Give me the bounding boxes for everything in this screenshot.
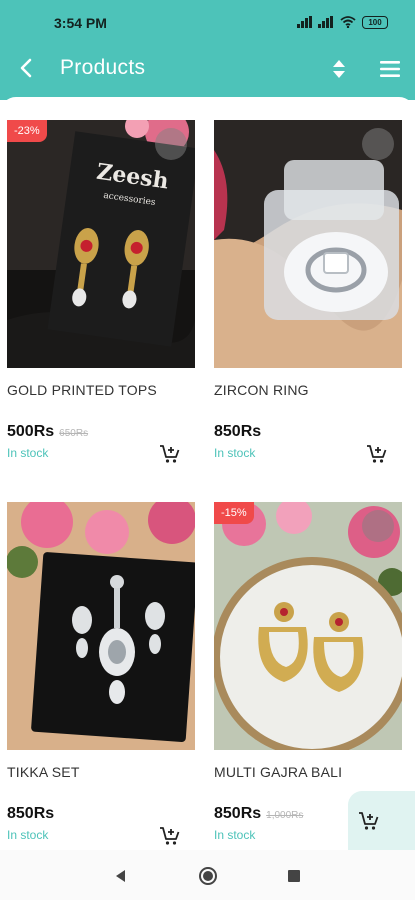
back-arrow-icon[interactable] xyxy=(12,53,42,83)
old-price: 1,000Rs xyxy=(266,810,304,821)
current-price: 850Rs xyxy=(214,805,262,822)
favorite-button[interactable] xyxy=(362,128,394,160)
stock-status: In stock xyxy=(214,446,256,460)
product-grid: Zeesh accessories -23% GOLD PRINTED TOPS… xyxy=(0,97,415,850)
product-price: 850Rs xyxy=(214,423,261,441)
product-name[interactable]: GOLD PRINTED TOPS xyxy=(7,382,157,398)
product-price: 850Rs 1,000Rs xyxy=(214,805,303,823)
product-card[interactable]: ZIRCON RING 850Rs In stock xyxy=(214,120,404,480)
current-price: 850Rs xyxy=(7,805,55,822)
product-name[interactable]: ZIRCON RING xyxy=(214,382,309,398)
current-price: 850Rs xyxy=(214,423,262,440)
add-to-cart-icon[interactable] xyxy=(366,444,388,464)
add-to-cart-icon[interactable] xyxy=(159,444,181,464)
top-bar: 3:54 PM 100 Products xyxy=(0,0,415,100)
discount-badge: -23% xyxy=(7,120,47,142)
add-to-cart-icon xyxy=(359,812,379,830)
app-bar: Products xyxy=(0,46,415,92)
product-image[interactable]: -15% xyxy=(214,502,402,750)
current-price: 500Rs xyxy=(7,423,55,440)
product-name[interactable]: MULTI GAJRA BALI xyxy=(214,764,342,780)
stock-status: In stock xyxy=(7,446,49,460)
product-image[interactable] xyxy=(214,120,402,368)
signal-icon xyxy=(297,16,312,28)
nav-recents-icon[interactable] xyxy=(287,869,301,883)
product-image[interactable] xyxy=(7,502,195,750)
page-title: Products xyxy=(60,56,146,79)
status-time: 3:54 PM xyxy=(54,15,107,31)
product-card[interactable]: Zeesh accessories -23% GOLD PRINTED TOPS… xyxy=(7,120,197,480)
product-name[interactable]: TIKKA SET xyxy=(7,764,80,780)
stock-status: In stock xyxy=(7,828,49,842)
stock-status: In stock xyxy=(214,828,256,842)
signal-icon-2 xyxy=(318,16,333,28)
product-price: 500Rs 650Rs xyxy=(7,423,88,441)
favorite-button[interactable] xyxy=(362,510,394,542)
discount-badge: -15% xyxy=(214,502,254,524)
menu-icon[interactable] xyxy=(374,56,406,82)
product-price: 850Rs xyxy=(7,805,54,823)
nav-home-icon[interactable] xyxy=(198,866,218,886)
product-image[interactable]: Zeesh accessories -23% xyxy=(7,120,195,368)
status-bar: 3:54 PM 100 xyxy=(0,0,415,46)
battery-icon: 100 xyxy=(362,16,388,29)
old-price: 650Rs xyxy=(59,428,89,439)
add-to-cart-icon[interactable] xyxy=(159,826,181,846)
tikka-set-photo xyxy=(7,502,195,750)
wifi-icon xyxy=(340,16,356,28)
favorite-button[interactable] xyxy=(155,128,187,160)
product-card[interactable]: TIKKA SET 850Rs In stock xyxy=(7,502,197,862)
floating-cart-button[interactable] xyxy=(348,791,415,851)
system-nav-bar xyxy=(0,850,415,900)
sort-icon[interactable] xyxy=(326,55,352,83)
nav-back-icon[interactable] xyxy=(113,868,127,884)
